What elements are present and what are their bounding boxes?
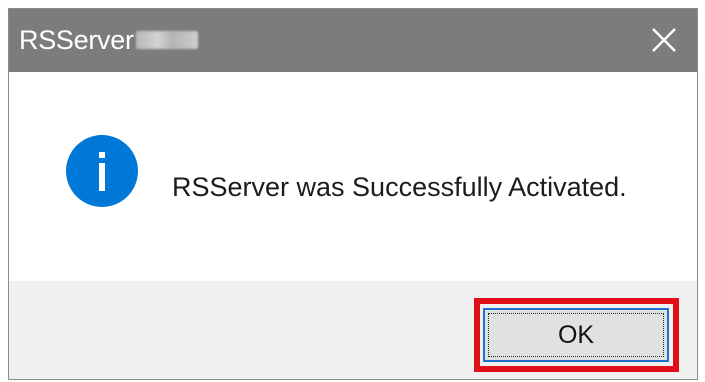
- redacted-title-suffix: [135, 30, 198, 49]
- close-icon: [652, 28, 676, 52]
- message-dialog: RSServer RSServer was Successfully Activ…: [8, 8, 698, 380]
- title-bar[interactable]: RSServer: [9, 9, 697, 72]
- close-button[interactable]: [631, 9, 697, 72]
- ok-button[interactable]: OK: [483, 308, 669, 362]
- dialog-content: RSServer was Successfully Activated.: [9, 72, 697, 281]
- window-title: RSServer: [19, 25, 198, 55]
- window-title-text: RSServer: [19, 25, 134, 55]
- info-icon: [66, 135, 138, 207]
- ok-button-label: OK: [557, 320, 595, 349]
- dialog-message: RSServer was Successfully Activated.: [172, 172, 627, 202]
- dialog-footer: OK: [9, 281, 697, 379]
